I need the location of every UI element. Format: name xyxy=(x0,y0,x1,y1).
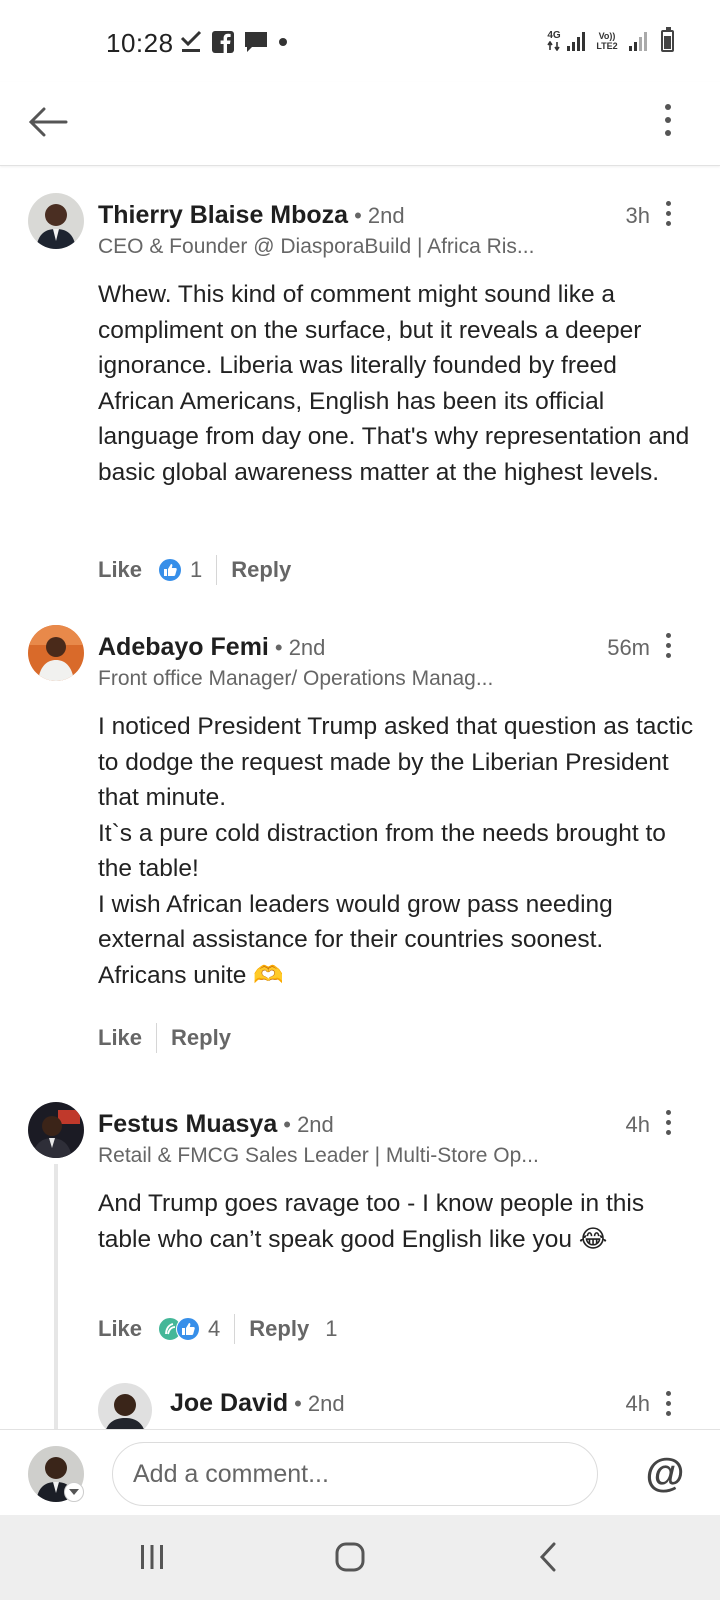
author-name[interactable]: Festus Muasya xyxy=(98,1110,277,1139)
chevron-left-icon xyxy=(539,1542,556,1572)
avatar[interactable] xyxy=(28,1102,84,1158)
comment-time: 56m xyxy=(607,635,650,660)
connection-degree: • 2nd xyxy=(294,1391,345,1416)
network-type: 4G xyxy=(547,31,561,51)
back-button[interactable] xyxy=(24,98,72,146)
notification-icons xyxy=(180,30,288,54)
chevron-down-icon[interactable] xyxy=(64,1482,84,1502)
comment-text: Whew. This kind of comment might sound l… xyxy=(98,281,690,486)
comment-more-button[interactable] xyxy=(656,193,680,233)
volte-indicator: Vo)) LTE2 xyxy=(596,31,618,51)
author-name[interactable]: Joe David xyxy=(170,1389,288,1418)
comment-input[interactable] xyxy=(112,1442,598,1506)
action-divider xyxy=(216,555,218,585)
reply-button[interactable]: Reply xyxy=(231,557,291,583)
comment-composer: @ xyxy=(0,1429,720,1515)
facebook-icon xyxy=(212,31,234,53)
data-arrows-icon xyxy=(547,41,560,51)
comment-actions: Like 4 Reply 1 xyxy=(98,1314,337,1344)
comments-list: Thierry Blaise Mboza • 2nd 3h CEO & Foun… xyxy=(0,167,720,1429)
avatar[interactable] xyxy=(98,1383,152,1429)
mention-button[interactable]: @ xyxy=(640,1448,690,1498)
comment-time: 4h xyxy=(625,1391,650,1416)
author-line: Festus Muasya • 2nd xyxy=(98,1110,334,1139)
avatar[interactable] xyxy=(28,625,84,681)
like-button[interactable]: Like xyxy=(98,1316,142,1342)
connection-degree: • 2nd xyxy=(283,1112,334,1137)
connection-degree: • 2nd xyxy=(354,203,405,228)
more-options-button[interactable] xyxy=(656,96,680,144)
avatar[interactable] xyxy=(28,193,84,249)
reply-button[interactable]: Reply xyxy=(171,1025,231,1051)
reply-count[interactable]: 1 xyxy=(325,1316,337,1342)
author-line: Joe David • 2nd xyxy=(170,1389,345,1418)
reaction-count[interactable]: 1 xyxy=(190,557,202,583)
status-bar: 10:28 4G Vo)) LTE2 xyxy=(0,0,720,82)
comment-more-button[interactable] xyxy=(656,625,680,665)
author-headline: CEO & Founder @ DiasporaBuild | Africa R… xyxy=(98,235,535,258)
comment-actions: Like 1 Reply xyxy=(98,555,291,585)
top-header xyxy=(0,82,720,166)
author-line: Thierry Blaise Mboza • 2nd xyxy=(98,201,405,230)
author-headline: Retail & FMCG Sales Leader | Multi-Store… xyxy=(98,1144,539,1167)
recent-apps-button[interactable] xyxy=(122,1533,182,1581)
chat-icon xyxy=(245,32,267,52)
comment-actions: Like Reply xyxy=(98,1023,231,1053)
author-line: Adebayo Femi • 2nd xyxy=(98,633,325,662)
like-button[interactable]: Like xyxy=(98,1025,142,1051)
author-headline: Front office Manager/ Operations Manag..… xyxy=(98,667,494,690)
battery-icon xyxy=(661,27,674,52)
comment-time: 3h xyxy=(625,203,650,228)
signal-2-icon xyxy=(629,31,647,51)
status-time: 10:28 xyxy=(106,28,174,58)
comment-more-button[interactable] xyxy=(656,1102,680,1142)
reaction-count[interactable]: 4 xyxy=(208,1316,220,1342)
author-name[interactable]: Thierry Blaise Mboza xyxy=(98,201,348,230)
recent-apps-icon xyxy=(141,1545,163,1569)
reply-button[interactable]: Reply xyxy=(249,1316,309,1342)
comment-time: 4h xyxy=(625,1112,650,1137)
check-icon xyxy=(180,30,202,52)
like-reaction-icon xyxy=(158,558,183,582)
action-divider xyxy=(234,1314,236,1344)
connection-degree: • 2nd xyxy=(274,635,326,660)
comment-text: I noticed President Trump asked that que… xyxy=(98,713,694,989)
like-button[interactable]: Like xyxy=(98,557,142,583)
action-divider xyxy=(156,1023,158,1053)
author-name[interactable]: Adebayo Femi xyxy=(98,633,269,662)
comment-more-button[interactable] xyxy=(656,1383,680,1423)
dot-icon xyxy=(279,38,287,46)
reply-thread-line xyxy=(54,1164,58,1429)
arrow-left-icon xyxy=(28,107,68,137)
comment-text: And Trump goes ravage too - I know peopl… xyxy=(98,1190,645,1253)
system-indicators: 4G Vo)) LTE2 xyxy=(547,27,674,52)
system-navigation-bar xyxy=(0,1515,720,1600)
signal-icon xyxy=(567,31,585,51)
home-icon xyxy=(335,1542,365,1572)
like-reaction-icon xyxy=(176,1317,201,1341)
back-nav-button[interactable] xyxy=(518,1533,578,1581)
home-button[interactable] xyxy=(320,1533,380,1581)
